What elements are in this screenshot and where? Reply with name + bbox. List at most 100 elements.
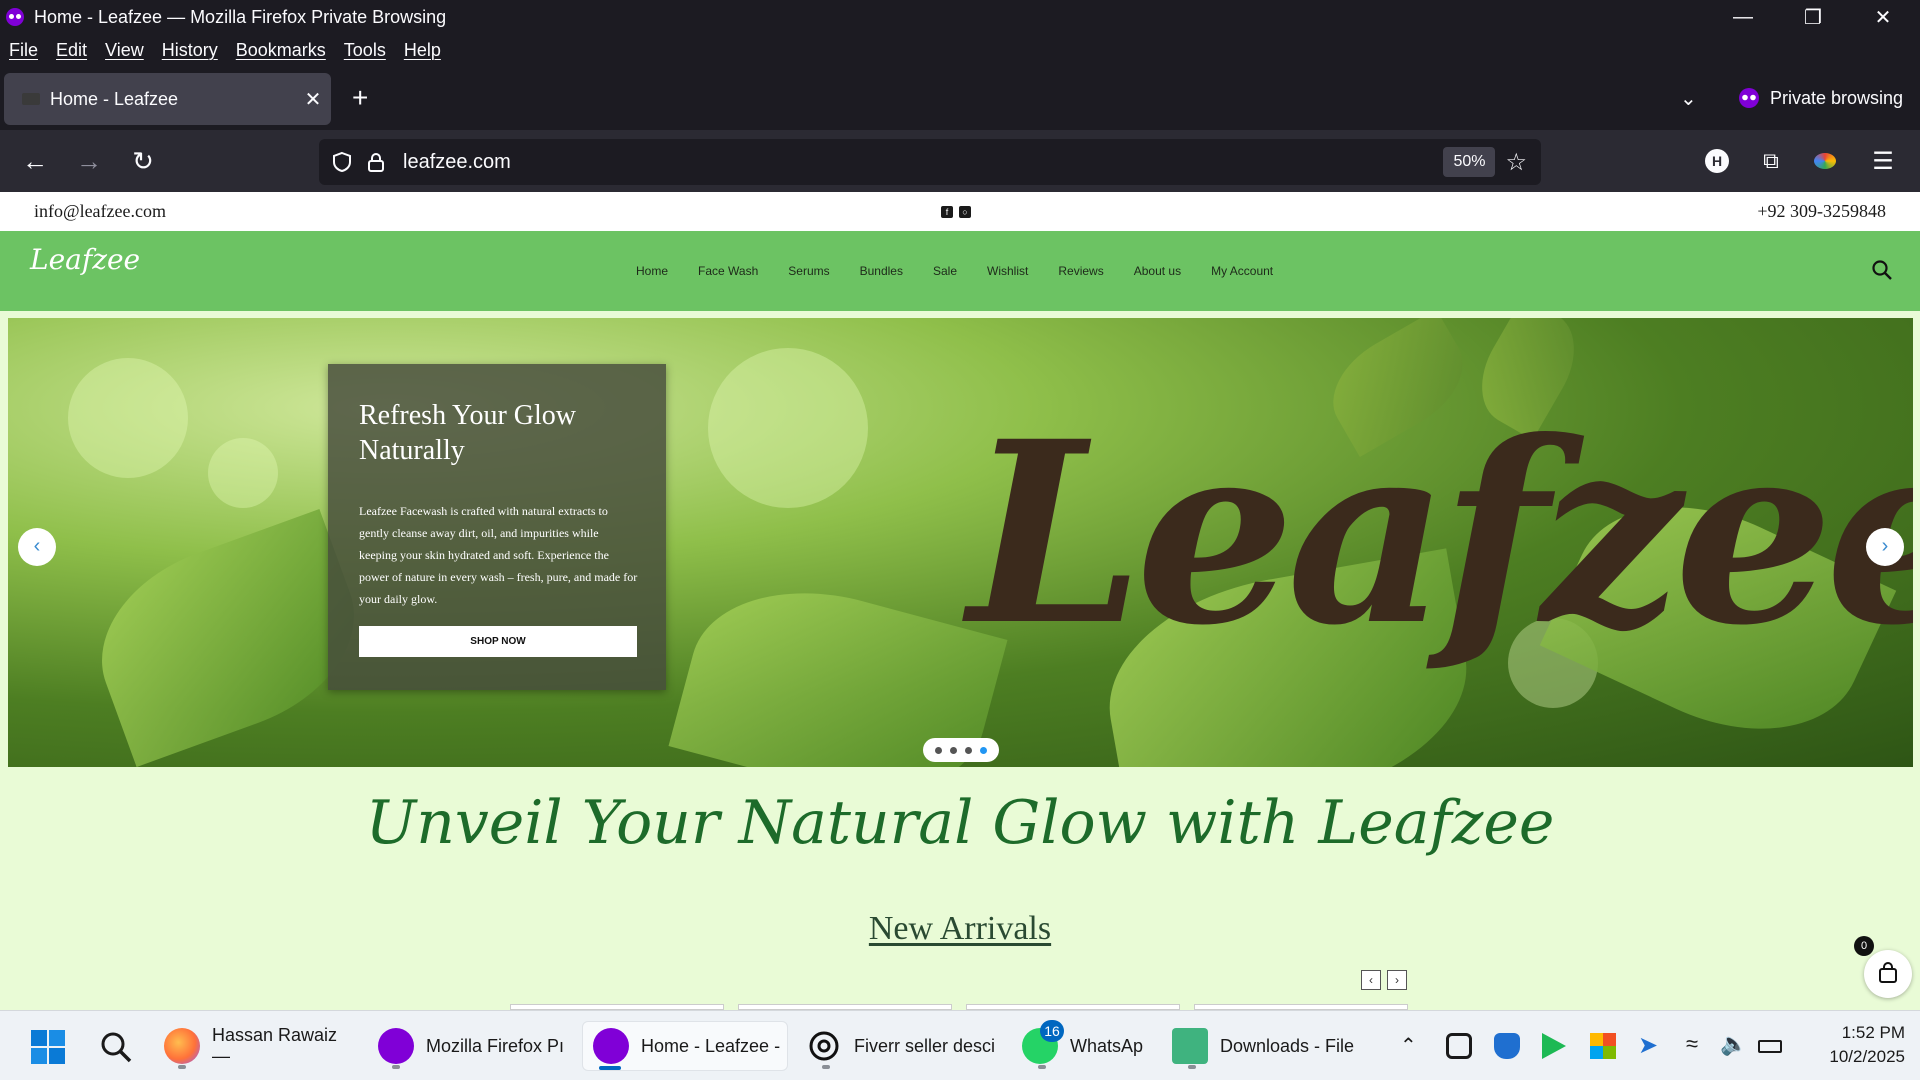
slider-dot-active[interactable] xyxy=(980,746,987,754)
running-indicator xyxy=(1188,1065,1196,1069)
nav-reviews[interactable]: Reviews xyxy=(1058,264,1103,278)
zoom-level-button[interactable]: 50% xyxy=(1443,147,1496,177)
close-window-button[interactable]: ✕ xyxy=(1848,0,1918,34)
bookmark-star-icon[interactable]: ☆ xyxy=(1505,148,1527,177)
nav-home[interactable]: Home xyxy=(636,264,668,278)
extensions-puzzle-icon[interactable]: ⧉ xyxy=(1752,142,1790,180)
menu-edit[interactable]: Edit xyxy=(56,40,87,61)
slider-dot[interactable] xyxy=(950,746,957,754)
windows-start-icon[interactable] xyxy=(30,1029,66,1065)
nav-serums[interactable]: Serums xyxy=(788,264,829,278)
shop-now-button[interactable]: SHOP NOW xyxy=(359,626,637,657)
firefox-icon xyxy=(164,1028,200,1064)
slider-dot[interactable] xyxy=(965,746,972,754)
downloads-folder-icon xyxy=(1172,1028,1208,1064)
restore-button[interactable]: ❐ xyxy=(1778,0,1848,34)
taskbar-item-downloads[interactable]: Downloads - File xyxy=(1170,1021,1370,1071)
menu-bookmarks[interactable]: Bookmarks xyxy=(236,40,326,61)
hero-brand-script: Leafzee xyxy=(968,386,1913,680)
facebook-icon[interactable]: f xyxy=(941,206,953,218)
remote-desktop-tray-icon[interactable] xyxy=(1446,1033,1472,1059)
taskbar-item-label: Home - Leafzee - xyxy=(641,1035,781,1056)
taskbar-item-label: WhatsAp xyxy=(1070,1035,1144,1056)
window-title: Home - Leafzee — Mozilla Firefox Private… xyxy=(34,6,447,27)
close-tab-icon[interactable]: ✕ xyxy=(295,87,331,112)
hero-slider: Leafzee Refresh Your Glow Naturally Leaf… xyxy=(8,318,1913,767)
taskbar-item-firefox-private[interactable]: Mozilla Firefox Pı xyxy=(374,1021,574,1071)
nav-bundles[interactable]: Bundles xyxy=(860,264,903,278)
background-bokeh xyxy=(68,358,188,478)
taskbar-item-label: Fiverr seller desci xyxy=(854,1035,996,1056)
minimize-button[interactable]: — xyxy=(1708,0,1778,34)
tracking-shield-icon[interactable] xyxy=(331,151,353,173)
new-tab-button[interactable]: + xyxy=(352,82,368,114)
tab-bar: Home - Leafzee ✕ + ⌄ Private browsing xyxy=(0,66,1920,130)
products-next-chevron-icon[interactable]: › xyxy=(1387,970,1407,990)
play-tray-icon[interactable] xyxy=(1542,1033,1566,1059)
private-mask-icon xyxy=(1739,88,1759,108)
taskbar-item-firefox-hassan[interactable]: Hassan Rawaiz — xyxy=(160,1021,360,1071)
slider-dot[interactable] xyxy=(935,746,942,754)
private-mask-icon xyxy=(6,8,24,26)
address-bar[interactable]: leafzee.com 50% ☆ xyxy=(319,139,1541,185)
extension-colorful-icon[interactable] xyxy=(1806,142,1844,180)
taskbar-item-label: Downloads - File xyxy=(1220,1035,1355,1056)
web-page: info@leafzee.com f ○ +92 309-3259848 Lea… xyxy=(0,192,1920,1010)
running-indicator xyxy=(1038,1065,1046,1069)
private-browsing-indicator: Private browsing xyxy=(1738,80,1903,116)
search-icon[interactable] xyxy=(98,1029,134,1065)
window-title-bar: Home - Leafzee — Mozilla Firefox Private… xyxy=(0,0,1920,34)
menu-history[interactable]: History xyxy=(162,40,218,61)
system-clock[interactable]: 1:52 PM 10/2/2025 xyxy=(1795,1021,1905,1069)
site-logo[interactable]: Leafzee xyxy=(30,243,140,281)
taskbar-item-label: Hassan Rawaiz — xyxy=(211,1025,338,1066)
reload-icon[interactable]: ↻ xyxy=(124,142,162,180)
lock-icon[interactable] xyxy=(365,151,387,173)
menu-help[interactable]: Help xyxy=(404,40,441,61)
new-arrivals-heading[interactable]: New Arrivals xyxy=(0,910,1920,948)
nav-sale[interactable]: Sale xyxy=(933,264,957,278)
firefox-private-icon xyxy=(593,1028,629,1064)
nav-face-wash[interactable]: Face Wash xyxy=(698,264,758,278)
menu-view[interactable]: View xyxy=(105,40,144,61)
nav-my-account[interactable]: My Account xyxy=(1211,264,1273,278)
taskbar-item-chatgpt[interactable]: Fiverr seller desci xyxy=(804,1021,1004,1071)
office-tray-icon[interactable] xyxy=(1590,1033,1616,1059)
products-prev-chevron-icon[interactable]: ‹ xyxy=(1361,970,1381,990)
list-all-tabs-chevron-icon[interactable]: ⌄ xyxy=(1680,86,1697,111)
show-hidden-icons-chevron-icon[interactable]: ⌃ xyxy=(1400,1033,1417,1058)
menu-file[interactable]: File xyxy=(9,40,38,61)
menu-tools[interactable]: Tools xyxy=(344,40,386,61)
running-indicator xyxy=(822,1065,830,1069)
volume-icon[interactable]: 🔈 xyxy=(1720,1031,1747,1057)
slider-pagination xyxy=(923,738,999,762)
site-header: Leafzee Home Face Wash Serums Bundles Sa… xyxy=(0,231,1920,311)
url-text[interactable]: leafzee.com xyxy=(403,151,1443,174)
contact-phone[interactable]: +92 309-3259848 xyxy=(1757,201,1886,222)
brand-tagline: Unveil Your Natural Glow with Leafzee xyxy=(365,788,1555,858)
social-links: f ○ xyxy=(941,206,977,218)
site-top-bar: info@leafzee.com f ○ +92 309-3259848 xyxy=(0,192,1920,231)
nav-about-us[interactable]: About us xyxy=(1134,264,1181,278)
clock-time: 1:52 PM xyxy=(1841,1023,1905,1042)
slider-next-chevron-icon[interactable]: › xyxy=(1866,528,1904,566)
contact-email[interactable]: info@leafzee.com xyxy=(34,201,166,222)
send-arrow-tray-icon[interactable]: ➤ xyxy=(1638,1031,1658,1060)
battery-icon[interactable] xyxy=(1758,1040,1782,1053)
notification-badge: 16 xyxy=(1040,1020,1064,1042)
forward-arrow-icon[interactable]: → xyxy=(70,142,108,180)
instagram-icon[interactable]: ○ xyxy=(959,206,971,218)
search-icon[interactable] xyxy=(1870,258,1894,282)
taskbar-item-home-leafzee[interactable]: Home - Leafzee - xyxy=(582,1021,788,1071)
taskbar-item-whatsapp[interactable]: 16 WhatsAp xyxy=(1020,1020,1150,1071)
slider-prev-chevron-icon[interactable]: ‹ xyxy=(18,528,56,566)
hamburger-menu-icon[interactable]: ☰ xyxy=(1864,142,1902,180)
tab-label: Home - Leafzee xyxy=(50,88,179,109)
security-shield-tray-icon[interactable] xyxy=(1494,1033,1520,1059)
account-avatar[interactable]: H xyxy=(1698,142,1736,180)
floating-cart-button[interactable]: 0 xyxy=(1854,936,1912,998)
nav-wishlist[interactable]: Wishlist xyxy=(987,264,1028,278)
wifi-icon[interactable]: ≈ xyxy=(1686,1031,1698,1057)
back-arrow-icon[interactable]: ← xyxy=(16,142,54,180)
tab-home-leafzee[interactable]: Home - Leafzee ✕ xyxy=(4,73,331,125)
